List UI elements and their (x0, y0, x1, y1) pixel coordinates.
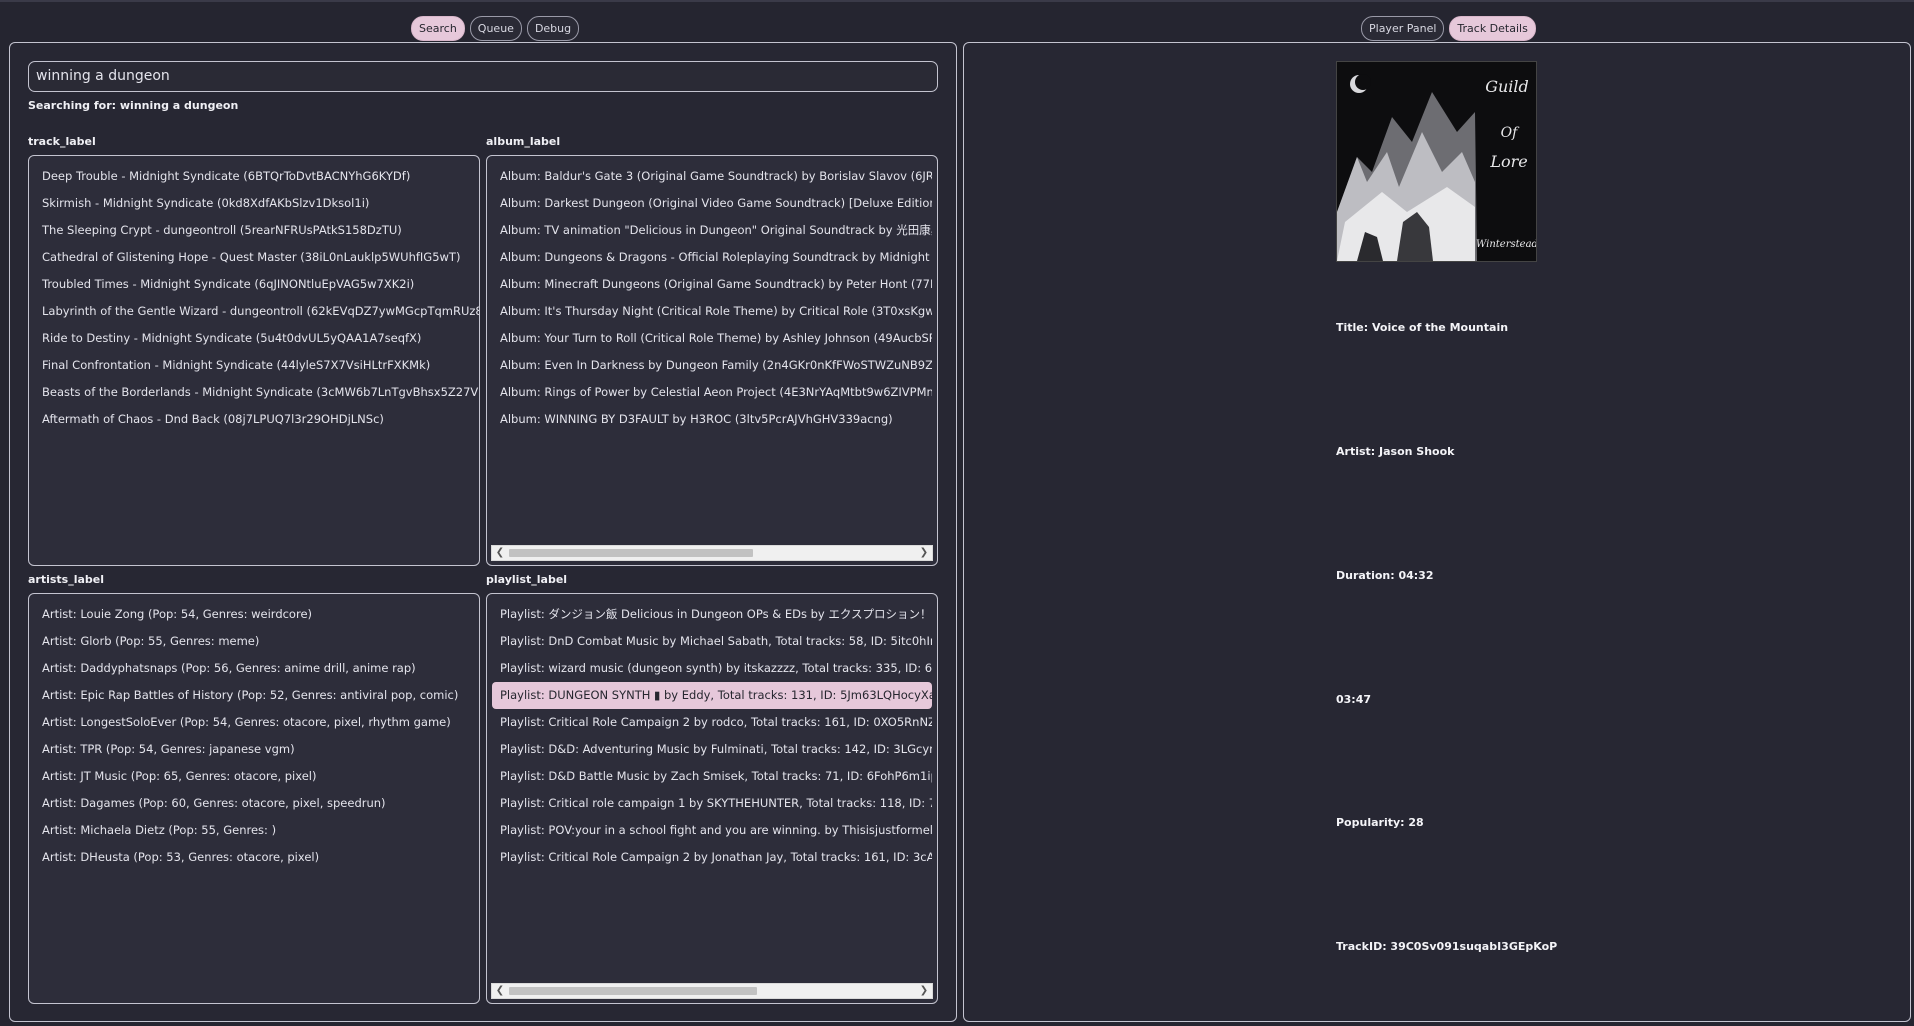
album-item[interactable]: Album: Your Turn to Roll (Critical Role … (492, 325, 932, 352)
track-title: Title: Voice of the Mountain (1336, 321, 1509, 334)
track-item[interactable]: Labyrinth of the Gentle Wizard - dungeon… (29, 298, 479, 325)
scroll-thumb[interactable] (509, 987, 757, 995)
artist-item[interactable]: Artist: Daddyphatsnaps (Pop: 56, Genres:… (29, 655, 479, 682)
playlist-horizontal-scrollbar[interactable]: ❮ ❯ (491, 983, 933, 999)
album-item[interactable]: Album: Rings of Power by Celestial Aeon … (492, 379, 932, 406)
album-item[interactable]: Album: It's Thursday Night (Critical Rol… (492, 298, 932, 325)
track-item[interactable]: The Sleeping Crypt - dungeontroll (5rear… (29, 217, 479, 244)
album-list[interactable]: Album: Baldur's Gate 3 (Original Game So… (486, 155, 938, 566)
track-item[interactable]: Cathedral of Glistening Hope - Quest Mas… (29, 244, 479, 271)
playlist-item[interactable]: Playlist: D&D: Adventuring Music by Fulm… (492, 736, 932, 763)
artist-item[interactable]: Artist: Glorb (Pop: 55, Genres: meme) (29, 628, 479, 655)
artist-item[interactable]: Artist: TPR (Pop: 54, Genres: japanese v… (29, 736, 479, 763)
track-item[interactable]: Deep Trouble - Midnight Syndicate (6BTQr… (29, 163, 479, 190)
album-item[interactable]: Album: Even In Darkness by Dungeon Famil… (492, 352, 932, 379)
playlist-group-label: playlist_label (486, 573, 568, 586)
scroll-left-icon[interactable]: ❮ (493, 984, 507, 998)
tab-queue[interactable]: Queue (469, 16, 522, 41)
playlist-item[interactable]: Playlist: D&D Battle Music by Zach Smise… (492, 763, 932, 790)
cover-text-guild: Guild (1485, 77, 1529, 96)
track-item[interactable]: Troubled Times - Midnight Syndicate (6qJ… (29, 271, 479, 298)
artist-item[interactable]: Artist: JT Music (Pop: 65, Genres: otaco… (29, 763, 479, 790)
track-id: TrackID: 39C0Sv091suqabI3GEpKoP (1336, 940, 1558, 953)
playlist-item[interactable]: Playlist: Critical Role Campaign 2 by ro… (492, 709, 932, 736)
playlist-item[interactable]: Playlist: DnD Combat Music by Michael Sa… (492, 628, 932, 655)
track-item[interactable]: Aftermath of Chaos - Dnd Back (08j7LPUQ7… (29, 406, 479, 433)
artist-item[interactable]: Artist: Dagames (Pop: 60, Genres: otacor… (29, 790, 479, 817)
track-details-panel: Guild Of Lore Winterstead Title: Voice o… (963, 42, 1911, 1022)
playlist-list[interactable]: Playlist: ダンジョン飯 Delicious in Dungeon OP… (486, 593, 938, 1004)
playlist-item[interactable]: Playlist: wizard music (dungeon synth) b… (492, 655, 932, 682)
tab-debug[interactable]: Debug (526, 16, 580, 41)
track-item[interactable]: Ride to Destiny - Midnight Syndicate (5u… (29, 325, 479, 352)
track-position: 03:47 (1336, 693, 1372, 706)
search-input[interactable]: winning a dungeon (28, 61, 938, 92)
cover-text-of: Of (1501, 125, 1520, 141)
artist-item[interactable]: Artist: DHeusta (Pop: 53, Genres: otacor… (29, 844, 479, 871)
tab-search[interactable]: Search (411, 16, 465, 41)
cover-text-winterstead: Winterstead (1476, 239, 1536, 250)
album-item[interactable]: Album: Minecraft Dungeons (Original Game… (492, 271, 932, 298)
track-item[interactable]: Final Confrontation - Midnight Syndicate… (29, 352, 479, 379)
scroll-left-icon[interactable]: ❮ (493, 546, 507, 560)
album-item[interactable]: Album: Baldur's Gate 3 (Original Game So… (492, 163, 932, 190)
track-group-label: track_label (28, 135, 96, 148)
playlist-item-selected[interactable]: Playlist: DUNGEON SYNTH ▮ by Eddy, Total… (492, 682, 932, 709)
scroll-thumb[interactable] (509, 549, 753, 557)
album-item[interactable]: Album: Dungeons & Dragons - Official Rol… (492, 244, 932, 271)
playlist-item[interactable]: Playlist: Critical role campaign 1 by SK… (492, 790, 932, 817)
album-item[interactable]: Album: WINNING BY D3FAULT by H3ROC (3ltv… (492, 406, 932, 433)
scroll-right-icon[interactable]: ❯ (917, 984, 931, 998)
track-item[interactable]: Skirmish - Midnight Syndicate (0kd8XdfAK… (29, 190, 479, 217)
left-tab-bar: Search Queue Debug (411, 16, 580, 41)
artist-item[interactable]: Artist: Epic Rap Battles of History (Pop… (29, 682, 479, 709)
track-duration: Duration: 04:32 (1336, 569, 1434, 582)
playlist-item[interactable]: Playlist: ダンジョン飯 Delicious in Dungeon OP… (492, 601, 932, 628)
artist-item[interactable]: Artist: Michaela Dietz (Pop: 55, Genres:… (29, 817, 479, 844)
tab-track-details[interactable]: Track Details (1449, 16, 1536, 41)
album-cover: Guild Of Lore Winterstead (1336, 61, 1538, 262)
playlist-item[interactable]: Playlist: POV:your in a school fight and… (492, 817, 932, 844)
track-item[interactable]: Beasts of the Borderlands - Midnight Syn… (29, 379, 479, 406)
album-item[interactable]: Album: Darkest Dungeon (Original Video G… (492, 190, 932, 217)
album-group-label: album_label (486, 135, 561, 148)
artist-item[interactable]: Artist: LongestSoloEver (Pop: 54, Genres… (29, 709, 479, 736)
tab-player-panel[interactable]: Player Panel (1361, 16, 1445, 41)
album-horizontal-scrollbar[interactable]: ❮ ❯ (491, 545, 933, 561)
playlist-item[interactable]: Playlist: Critical Role Campaign 2 by Jo… (492, 844, 932, 871)
scroll-right-icon[interactable]: ❯ (917, 546, 931, 560)
track-popularity: Popularity: 28 (1336, 816, 1424, 829)
artist-item[interactable]: Artist: Louie Zong (Pop: 54, Genres: wei… (29, 601, 479, 628)
track-artist: Artist: Jason Shook (1336, 445, 1455, 458)
app-window: Search Queue Debug Player Panel Track De… (0, 0, 1914, 1026)
search-panel: winning a dungeon Searching for: winning… (9, 42, 957, 1022)
artists-group-label: artists_label (28, 573, 105, 586)
track-list[interactable]: Deep Trouble - Midnight Syndicate (6BTQr… (28, 155, 480, 566)
album-item[interactable]: Album: TV animation "Delicious in Dungeo… (492, 217, 932, 244)
right-tab-bar: Player Panel Track Details (1361, 16, 1536, 41)
artist-list[interactable]: Artist: Louie Zong (Pop: 54, Genres: wei… (28, 593, 480, 1004)
cover-text-lore: Lore (1489, 152, 1527, 171)
search-status: Searching for: winning a dungeon (28, 99, 239, 112)
